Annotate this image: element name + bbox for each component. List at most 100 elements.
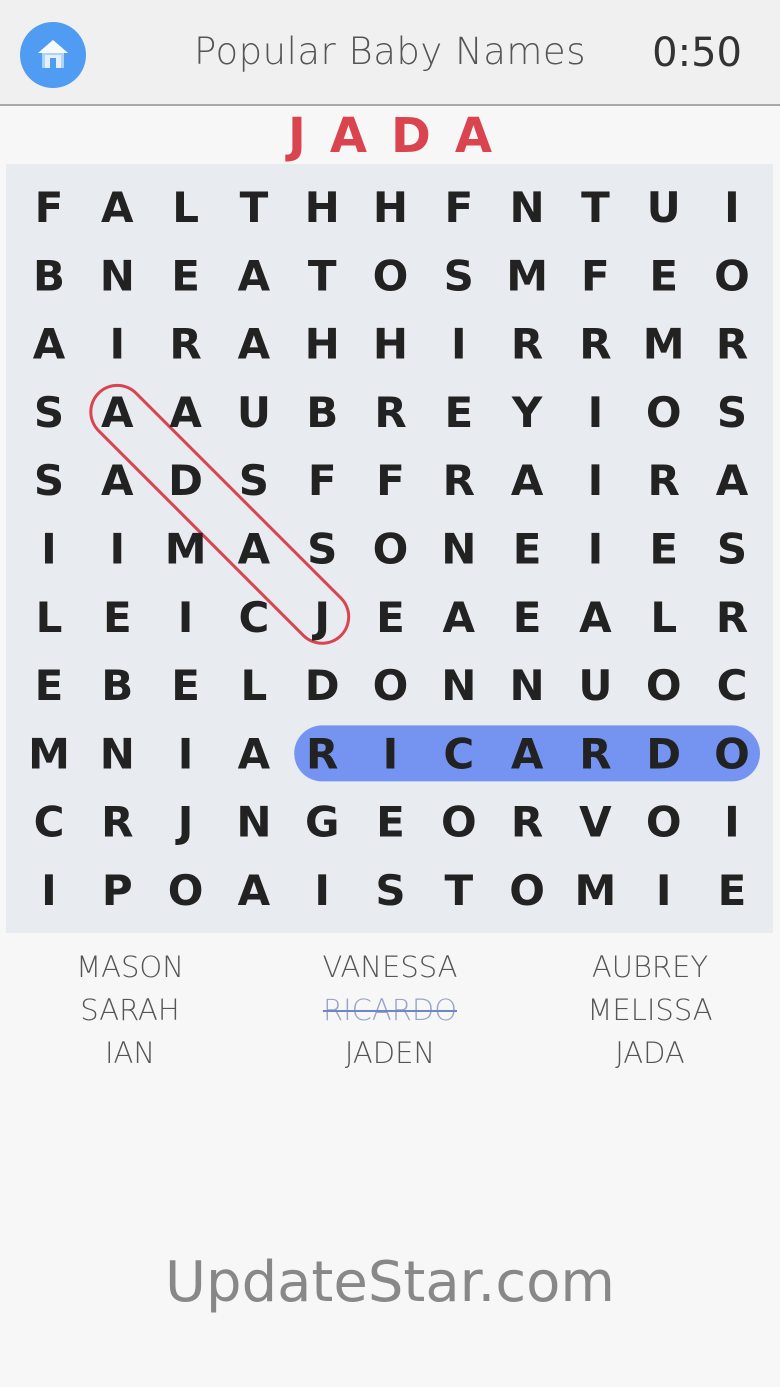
grid-letter[interactable]: N — [441, 661, 476, 710]
grid-letter[interactable]: F — [308, 456, 337, 505]
grid-letter[interactable]: C — [717, 661, 748, 710]
grid-letter[interactable]: H — [373, 320, 408, 369]
grid-letter[interactable]: O — [509, 866, 545, 915]
grid-letter[interactable]: D — [168, 456, 203, 505]
grid-letter[interactable]: N — [100, 251, 135, 300]
grid-letter[interactable]: I — [588, 456, 604, 505]
grid-letter[interactable]: I — [109, 320, 125, 369]
grid-letter[interactable]: Y — [511, 388, 543, 437]
grid-letter[interactable]: O — [646, 661, 682, 710]
grid-letter[interactable]: M — [165, 525, 207, 574]
grid-letter[interactable]: I — [451, 320, 467, 369]
grid-letter[interactable]: S — [239, 456, 269, 505]
grid-letter[interactable]: A — [238, 320, 271, 369]
grid-letter[interactable]: E — [103, 593, 132, 642]
grid-letter[interactable]: I — [383, 729, 399, 778]
grid-letter[interactable]: M — [506, 251, 548, 300]
grid-letter[interactable]: M — [28, 729, 70, 778]
grid-letter[interactable]: B — [306, 388, 338, 437]
grid-letter[interactable]: F — [376, 456, 405, 505]
grid-letter[interactable]: R — [579, 729, 611, 778]
grid-letter[interactable]: J — [175, 798, 194, 847]
grid-letter[interactable]: O — [373, 661, 409, 710]
grid-letter[interactable]: U — [647, 183, 681, 232]
grid-letter[interactable]: E — [376, 593, 405, 642]
grid-letter[interactable]: A — [238, 866, 271, 915]
grid-letter[interactable]: E — [444, 388, 473, 437]
grid-letter[interactable]: I — [109, 525, 125, 574]
grid-letter[interactable]: A — [716, 456, 749, 505]
grid-letter[interactable]: O — [646, 388, 682, 437]
grid-letter[interactable]: H — [373, 183, 408, 232]
grid-letter[interactable]: L — [650, 593, 677, 642]
grid-letter[interactable]: O — [168, 866, 204, 915]
grid-letter[interactable]: R — [374, 388, 406, 437]
grid-letter[interactable]: R — [511, 320, 543, 369]
grid-letter[interactable]: P — [102, 866, 133, 915]
grid-letter[interactable]: R — [443, 456, 475, 505]
grid-letter[interactable]: I — [314, 866, 330, 915]
grid-letter[interactable]: S — [34, 388, 64, 437]
grid-letter[interactable]: S — [717, 388, 747, 437]
grid-letter[interactable]: A — [511, 456, 544, 505]
grid-letter[interactable]: V — [579, 798, 612, 847]
grid-letter[interactable]: C — [443, 729, 474, 778]
grid-letter[interactable]: T — [240, 183, 269, 232]
grid-letter[interactable]: E — [171, 661, 200, 710]
grid-letter[interactable]: R — [511, 798, 543, 847]
grid-letter[interactable]: H — [305, 183, 340, 232]
grid-letter[interactable]: I — [588, 388, 604, 437]
grid-letter[interactable]: L — [172, 183, 199, 232]
grid-letter[interactable]: E — [376, 798, 405, 847]
grid-letter[interactable]: G — [305, 798, 339, 847]
grid-letter[interactable]: M — [643, 320, 685, 369]
grid-letter[interactable]: F — [35, 183, 64, 232]
grid-letter[interactable]: S — [34, 456, 64, 505]
grid-letter[interactable]: I — [178, 729, 194, 778]
grid-letter[interactable]: D — [646, 729, 681, 778]
grid-letter[interactable]: N — [441, 525, 476, 574]
grid-letter[interactable]: R — [169, 320, 201, 369]
grid-letter[interactable]: A — [169, 388, 202, 437]
grid-letter[interactable]: F — [581, 251, 610, 300]
grid-letter[interactable]: S — [444, 251, 474, 300]
home-button[interactable] — [20, 22, 86, 88]
grid-letter[interactable]: J — [311, 593, 330, 642]
grid-letter[interactable]: I — [178, 593, 194, 642]
grid-letter[interactable]: S — [307, 525, 337, 574]
grid-letter[interactable]: F — [444, 183, 473, 232]
grid-letter[interactable]: C — [238, 593, 269, 642]
grid-letter[interactable]: A — [511, 729, 544, 778]
grid-letter[interactable]: O — [441, 798, 477, 847]
grid-letter[interactable]: N — [510, 661, 545, 710]
grid-letter[interactable]: R — [648, 456, 680, 505]
grid-letter[interactable]: R — [716, 320, 748, 369]
grid-letter[interactable]: I — [41, 866, 57, 915]
grid-letter[interactable]: E — [513, 593, 542, 642]
letter-grid-canvas[interactable]: F A L T H H F N T U IB N E A T O S M F E OA I R A H H I R R M RS A A U B R E… — [6, 164, 773, 933]
grid-letter[interactable]: S — [375, 866, 405, 915]
grid-letter[interactable]: H — [305, 320, 340, 369]
grid-letter[interactable]: L — [241, 661, 268, 710]
grid-letter[interactable]: T — [444, 866, 473, 915]
grid-letter[interactable]: E — [171, 251, 200, 300]
letter-grid[interactable]: FALTHHFNTUIBNEATOSMFEOAIRAHHIRRMRSAAUBRE… — [6, 164, 773, 933]
grid-letter[interactable]: E — [513, 525, 542, 574]
grid-letter[interactable]: R — [716, 593, 748, 642]
grid-letter[interactable]: E — [718, 866, 747, 915]
grid-letter[interactable]: O — [373, 251, 409, 300]
grid-letter[interactable]: L — [36, 593, 63, 642]
grid-letter[interactable]: U — [578, 661, 612, 710]
grid-letter[interactable]: O — [373, 525, 409, 574]
grid-letter[interactable]: R — [101, 798, 133, 847]
grid-letter[interactable]: I — [41, 525, 57, 574]
grid-letter[interactable]: I — [656, 866, 672, 915]
grid-letter[interactable]: A — [238, 729, 271, 778]
grid-letter[interactable]: S — [717, 525, 747, 574]
grid-letter[interactable]: T — [308, 251, 337, 300]
grid-letter[interactable]: O — [646, 798, 682, 847]
grid-letter[interactable]: M — [575, 866, 617, 915]
grid-letter[interactable]: I — [724, 183, 740, 232]
grid-letter[interactable]: R — [306, 729, 338, 778]
grid-letter[interactable]: B — [33, 251, 65, 300]
